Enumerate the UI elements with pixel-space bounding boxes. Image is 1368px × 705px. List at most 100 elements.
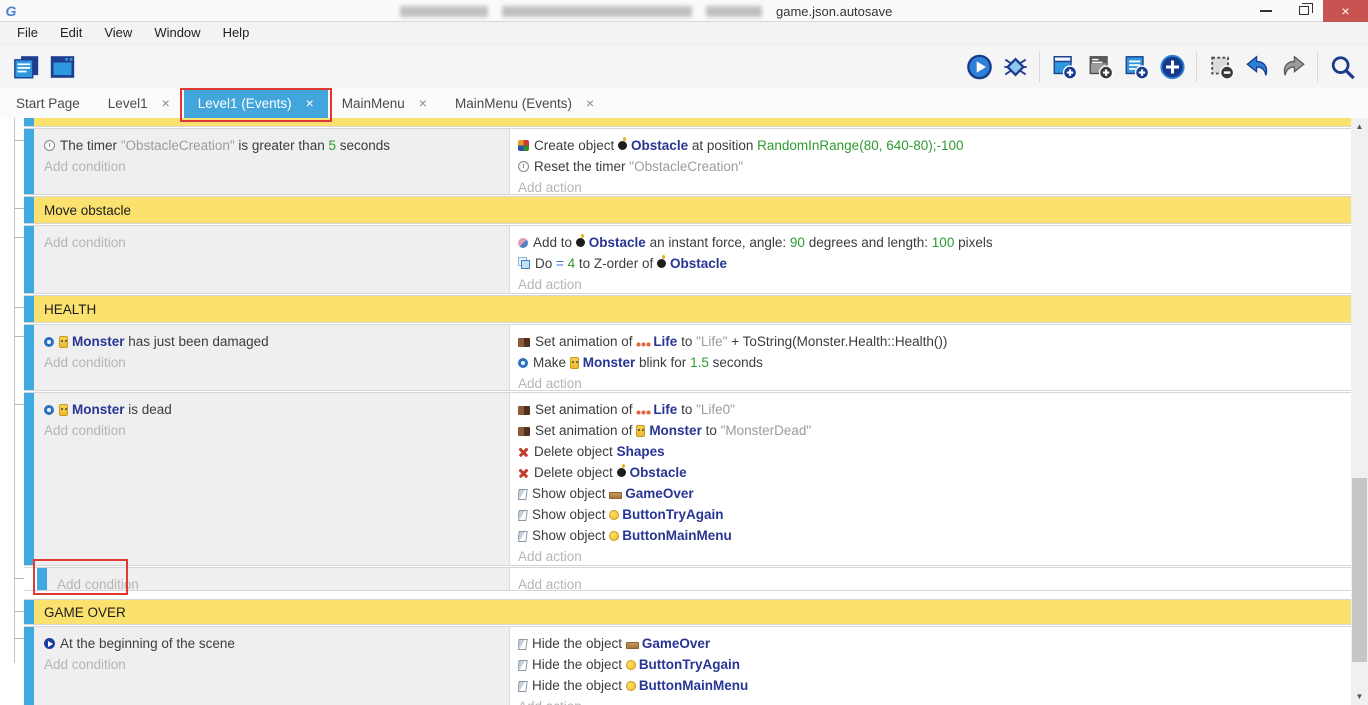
text-segment: an instant force, angle: (646, 235, 790, 250)
search-button[interactable] (1324, 49, 1360, 85)
add-condition-placeholder[interactable]: Add condition (44, 232, 501, 253)
event-handle[interactable] (24, 627, 34, 705)
actions-column[interactable]: Add action (510, 568, 1351, 590)
add-condition-placeholder[interactable]: Add condition (44, 654, 501, 675)
condition-item[interactable]: At the beginning of the scene (44, 633, 501, 654)
action-item[interactable]: Set animation of Life to "Life0" (518, 399, 1343, 420)
tab-start-page[interactable]: Start Page (2, 88, 94, 118)
event-handle[interactable] (24, 393, 34, 565)
scrollbar-thumb[interactable] (1352, 478, 1367, 662)
condition-item[interactable]: Monster has just been damaged (44, 331, 501, 352)
remove-event-button[interactable] (1203, 49, 1239, 85)
add-action-placeholder[interactable]: Add action (518, 373, 1343, 390)
conditions-column[interactable]: The timer "ObstacleCreation" is greater … (34, 129, 510, 194)
action-item[interactable]: Reset the timer "ObstacleCreation" (518, 156, 1343, 177)
add-subevent-button[interactable] (1082, 49, 1118, 85)
action-item[interactable]: Hide the object GameOver (518, 633, 1343, 654)
add-comment-icon (1123, 54, 1150, 80)
action-item[interactable]: Hide the object ButtonMainMenu (518, 675, 1343, 696)
add-condition-placeholder[interactable]: Add condition (44, 420, 501, 441)
debug-button[interactable] (997, 49, 1033, 85)
add-condition-placeholder[interactable]: Add condition (57, 574, 501, 590)
action-item[interactable]: Add to Obstacle an instant force, angle:… (518, 232, 1343, 253)
event-handle[interactable] (24, 325, 34, 390)
tab-close-icon[interactable]: × (162, 95, 170, 111)
comment-text[interactable]: Move obstacle (34, 197, 1351, 223)
close-button[interactable]: × (1323, 0, 1368, 22)
tab-level1-events[interactable]: Level1 (Events)× (184, 88, 328, 118)
add-action-placeholder[interactable]: Add action (518, 574, 1343, 590)
action-item[interactable]: Show object ButtonMainMenu (518, 525, 1343, 546)
scene-editor-button[interactable] (44, 49, 80, 85)
condition-item[interactable]: Monster is dead (44, 399, 501, 420)
text-segment: degrees and length: (805, 235, 932, 250)
tab-close-icon[interactable]: × (306, 95, 314, 111)
run-button[interactable] (961, 49, 997, 85)
action-item[interactable]: Create object Obstacle at position Rando… (518, 135, 1343, 156)
add-action-placeholder[interactable]: Add action (518, 274, 1343, 293)
action-item[interactable]: Delete object Shapes (518, 441, 1343, 462)
scroll-down-arrow[interactable]: ▼ (1351, 688, 1368, 705)
actions-column[interactable]: Set animation of Life to "Life0"Set anim… (510, 393, 1351, 565)
add-action-placeholder[interactable]: Add action (518, 546, 1343, 565)
force-icon (518, 238, 528, 248)
tab-mainmenu[interactable]: MainMenu× (328, 88, 441, 118)
event-handle[interactable] (24, 197, 34, 223)
add-comment-button[interactable] (1118, 49, 1154, 85)
action-item[interactable]: Show object ButtonTryAgain (518, 504, 1343, 525)
actions-column[interactable]: Add to Obstacle an instant force, angle:… (510, 226, 1351, 293)
project-manager-button[interactable] (8, 49, 44, 85)
conditions-column[interactable]: Add condition (47, 568, 510, 590)
add-action-placeholder[interactable]: Add action (518, 177, 1343, 194)
tree-tick (14, 404, 24, 405)
action-item[interactable]: Set animation of Life to "Life" + ToStri… (518, 331, 1343, 352)
condition-item[interactable]: The timer "ObstacleCreation" is greater … (44, 135, 501, 156)
event-handle[interactable] (24, 129, 34, 194)
comment-text[interactable]: HEALTH (34, 296, 1351, 322)
action-item[interactable]: Make Monster blink for 1.5 seconds (518, 352, 1343, 373)
actions-column[interactable]: Set animation of Life to "Life" + ToStri… (510, 325, 1351, 390)
event-handle[interactable] (24, 226, 34, 293)
menu-item-file[interactable]: File (6, 22, 49, 44)
action-item[interactable]: Delete object Obstacle (518, 462, 1343, 483)
comment-text[interactable] (34, 118, 1351, 126)
undo-button[interactable] (1239, 49, 1275, 85)
actions-column[interactable]: Hide the object GameOverHide the object … (510, 627, 1351, 705)
tab-level1[interactable]: Level1× (94, 88, 184, 118)
add-event-button[interactable] (1046, 49, 1082, 85)
event-handle[interactable] (24, 296, 34, 322)
event-handle[interactable] (24, 118, 34, 126)
event-handle[interactable] (37, 568, 47, 590)
add-something-button[interactable] (1154, 49, 1190, 85)
add-action-placeholder[interactable]: Add action (518, 696, 1343, 705)
tab-bar: Start PageLevel1×Level1 (Events)×MainMen… (0, 88, 1368, 118)
scroll-up-arrow[interactable]: ▲ (1351, 118, 1368, 135)
menu-item-window[interactable]: Window (143, 22, 211, 44)
redo-button[interactable] (1275, 49, 1311, 85)
add-condition-placeholder[interactable]: Add condition (44, 352, 501, 373)
menu-item-view[interactable]: View (93, 22, 143, 44)
add-condition-placeholder[interactable]: Add condition (44, 156, 501, 177)
comment-text[interactable]: GAME OVER (34, 600, 1351, 624)
action-item[interactable]: Set animation of Monster to "MonsterDead… (518, 420, 1343, 441)
conditions-column[interactable]: Monster is deadAdd condition (34, 393, 510, 565)
action-item[interactable]: Show object GameOver (518, 483, 1343, 504)
action-item[interactable]: Do = 4 to Z-order of Obstacle (518, 253, 1343, 274)
z-order-icon (521, 260, 530, 269)
menu-item-edit[interactable]: Edit (49, 22, 93, 44)
restore-button[interactable] (1285, 0, 1323, 22)
action-item[interactable]: Hide the object ButtonTryAgain (518, 654, 1343, 675)
text-segment: Add action (518, 277, 582, 292)
conditions-column[interactable]: Monster has just been damagedAdd conditi… (34, 325, 510, 390)
redacted-title-segment (400, 6, 488, 17)
tab-close-icon[interactable]: × (419, 95, 427, 111)
vertical-scrollbar[interactable]: ▲ ▼ (1351, 118, 1368, 705)
menu-item-help[interactable]: Help (212, 22, 261, 44)
minimize-button[interactable] (1247, 0, 1285, 22)
tab-mainmenu-events[interactable]: MainMenu (Events)× (441, 88, 608, 118)
event-handle[interactable] (24, 600, 34, 624)
actions-column[interactable]: Create object Obstacle at position Rando… (510, 129, 1351, 194)
conditions-column[interactable]: At the beginning of the sceneAdd conditi… (34, 627, 510, 705)
tab-close-icon[interactable]: × (586, 95, 594, 111)
conditions-column[interactable]: Add condition (34, 226, 510, 293)
